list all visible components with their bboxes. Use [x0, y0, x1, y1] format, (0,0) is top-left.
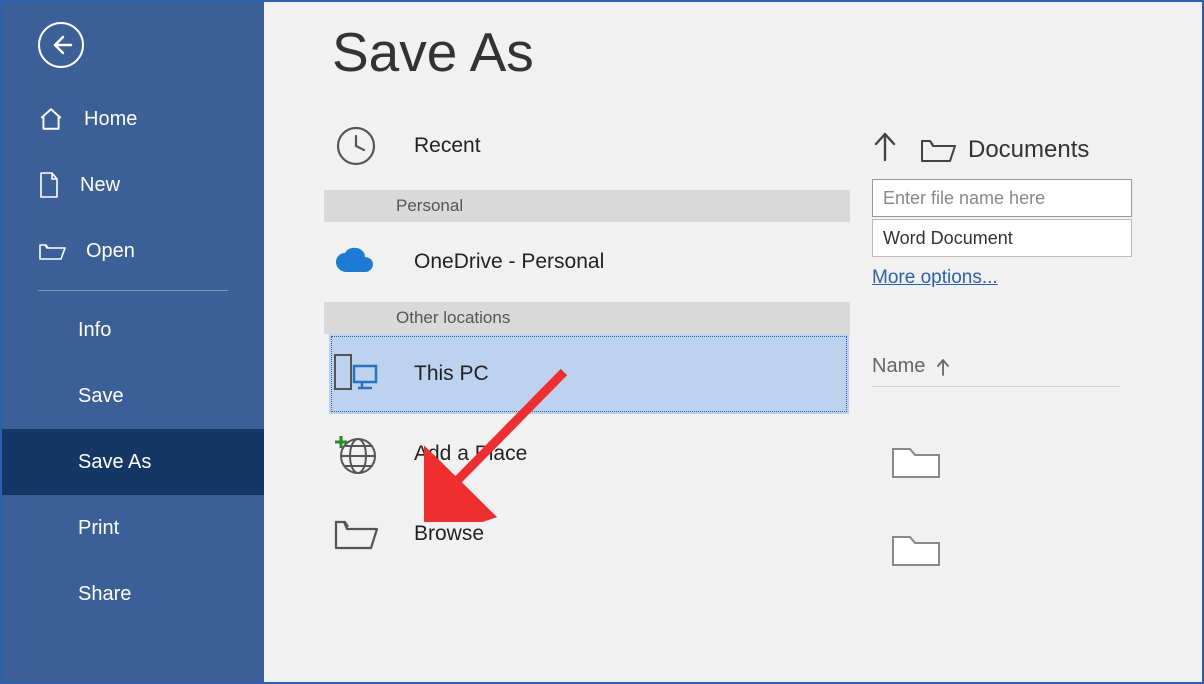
location-browse[interactable]: Browse [264, 494, 858, 574]
column-header-name-label: Name [872, 355, 925, 378]
location-onedrive[interactable]: OneDrive - Personal [264, 222, 858, 302]
filetype-select[interactable]: Word Document [872, 219, 1132, 257]
location-onedrive-label: OneDrive - Personal [414, 250, 604, 274]
location-recent-label: Recent [414, 134, 481, 158]
browse-folder-icon [332, 510, 380, 558]
this-pc-icon [332, 350, 380, 398]
filename-placeholder: Enter file name here [883, 188, 1045, 209]
nav-print[interactable]: Print [2, 495, 264, 561]
column-header-name[interactable]: Name [872, 355, 1120, 387]
filename-input[interactable]: Enter file name here [872, 179, 1132, 217]
location-recent[interactable]: Recent [264, 106, 858, 186]
sort-asc-icon [935, 357, 951, 377]
breadcrumb-row: Documents [872, 130, 1192, 169]
nav-home-label: Home [84, 108, 137, 131]
more-options-link[interactable]: More options... [872, 267, 998, 289]
backstage-sidebar: Home New Open Info Save Save As Print Sh… [2, 2, 264, 682]
nav-new[interactable]: New [2, 152, 264, 218]
main-area: Save As Recent Personal OneDrive - Perso… [264, 2, 1202, 682]
nav-print-label: Print [78, 517, 119, 540]
location-add-place-label: Add a Place [414, 442, 527, 466]
page-title: Save As [264, 2, 1202, 106]
folder-icon [890, 529, 942, 569]
nav-open[interactable]: Open [2, 218, 264, 284]
onedrive-icon [332, 238, 380, 286]
folder-open-icon [38, 240, 66, 262]
nav-info-label: Info [78, 319, 111, 342]
location-this-pc-label: This PC [414, 362, 489, 386]
location-this-pc[interactable]: This PC [329, 334, 849, 414]
nav-home[interactable]: Home [2, 86, 264, 152]
add-place-icon [332, 430, 380, 478]
folder-breadcrumb[interactable]: Documents [920, 136, 1089, 164]
nav-save[interactable]: Save [2, 363, 264, 429]
up-folder-button[interactable] [872, 130, 898, 169]
arrow-up-icon [872, 130, 898, 162]
clock-icon [332, 122, 380, 170]
arrow-left-icon [49, 33, 73, 57]
sidebar-divider [38, 290, 228, 291]
nav-save-as[interactable]: Save As [2, 429, 264, 495]
home-icon [38, 106, 64, 132]
save-details-panel: Documents Enter file name here Word Docu… [858, 106, 1202, 682]
location-browse-label: Browse [414, 522, 484, 546]
folder-item[interactable] [890, 529, 942, 569]
nav-share[interactable]: Share [2, 561, 264, 627]
current-folder-label: Documents [968, 136, 1089, 164]
nav-save-label: Save [78, 385, 124, 408]
new-doc-icon [38, 171, 60, 199]
location-add-place[interactable]: Add a Place [264, 414, 858, 494]
nav-save-as-label: Save As [78, 451, 151, 474]
nav-open-label: Open [86, 240, 135, 263]
section-header-personal: Personal [324, 190, 850, 222]
locations-panel: Recent Personal OneDrive - Personal Othe… [264, 106, 858, 682]
nav-share-label: Share [78, 583, 131, 606]
nav-new-label: New [80, 174, 120, 197]
folder-icon [890, 441, 942, 481]
back-button[interactable] [38, 22, 84, 68]
filetype-value: Word Document [883, 228, 1013, 249]
folder-icon [920, 136, 956, 164]
nav-info[interactable]: Info [2, 297, 264, 363]
folder-item[interactable] [890, 441, 942, 481]
section-header-other: Other locations [324, 302, 850, 334]
